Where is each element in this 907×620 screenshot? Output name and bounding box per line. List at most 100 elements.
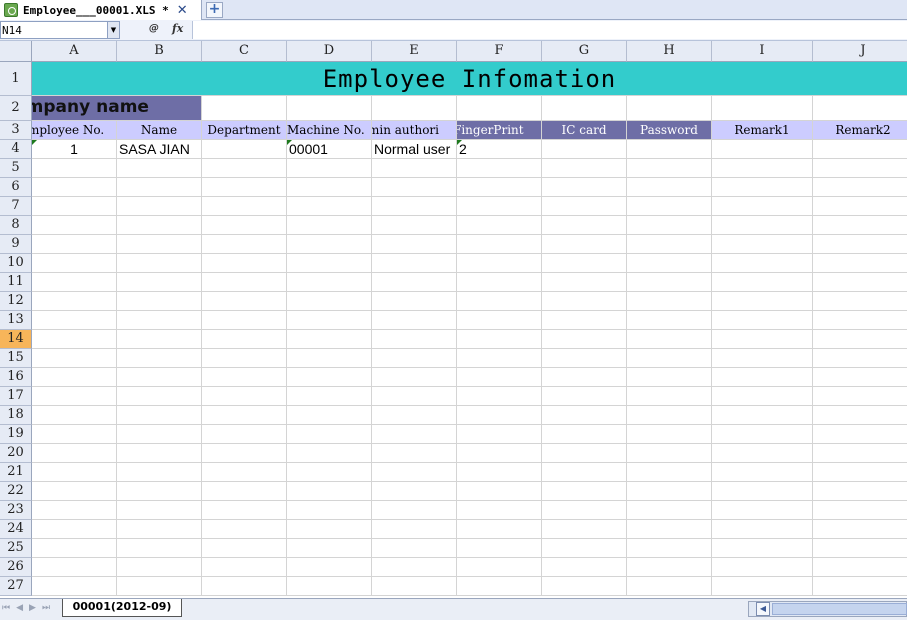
scroll-left-icon[interactable]: ◀ xyxy=(756,602,770,616)
cell[interactable] xyxy=(117,197,202,216)
cell[interactable] xyxy=(287,178,372,197)
row-header-17[interactable]: 17 xyxy=(0,387,32,406)
cell[interactable] xyxy=(627,368,712,387)
column-header-c[interactable]: C xyxy=(202,41,287,62)
cell[interactable] xyxy=(202,558,287,577)
cell[interactable] xyxy=(32,520,117,539)
row-header-7[interactable]: 7 xyxy=(0,197,32,216)
cell[interactable] xyxy=(372,197,457,216)
header-cell-d[interactable]: Machine No. xyxy=(287,121,372,140)
cell[interactable] xyxy=(117,539,202,558)
row-header-26[interactable]: 26 xyxy=(0,558,32,577)
cell[interactable] xyxy=(287,425,372,444)
cell[interactable] xyxy=(813,159,907,178)
cell[interactable] xyxy=(813,235,907,254)
cell[interactable] xyxy=(542,178,627,197)
cell[interactable] xyxy=(627,254,712,273)
cell[interactable] xyxy=(627,463,712,482)
cell[interactable] xyxy=(202,425,287,444)
cell[interactable] xyxy=(117,387,202,406)
cell[interactable] xyxy=(117,520,202,539)
cell[interactable] xyxy=(117,444,202,463)
cell[interactable] xyxy=(627,577,712,596)
cell[interactable] xyxy=(202,539,287,558)
cell[interactable] xyxy=(627,292,712,311)
header-cell-h[interactable]: Password xyxy=(627,121,712,140)
cell[interactable] xyxy=(287,463,372,482)
cell[interactable] xyxy=(287,368,372,387)
cell[interactable] xyxy=(627,501,712,520)
cell[interactable] xyxy=(372,273,457,292)
spreadsheet-grid[interactable]: A B C D E F G H I J 1 2 3 4 5 6 7 8 9 10 11 12 13 14 15 16 17 18 19 2… xyxy=(0,41,907,598)
cell[interactable] xyxy=(202,387,287,406)
cell[interactable] xyxy=(712,539,813,558)
cell[interactable] xyxy=(32,292,117,311)
cell[interactable] xyxy=(32,577,117,596)
cell[interactable] xyxy=(32,197,117,216)
cell[interactable] xyxy=(202,273,287,292)
row-header-5[interactable]: 5 xyxy=(0,159,32,178)
cell[interactable] xyxy=(457,311,542,330)
row-header-8[interactable]: 8 xyxy=(0,216,32,235)
cell[interactable] xyxy=(202,330,287,349)
cell[interactable] xyxy=(202,482,287,501)
cell[interactable] xyxy=(202,501,287,520)
cell[interactable] xyxy=(712,368,813,387)
cell[interactable] xyxy=(117,254,202,273)
cell[interactable] xyxy=(457,178,542,197)
data-cell-i4[interactable] xyxy=(712,140,813,159)
select-all-corner[interactable] xyxy=(0,41,32,62)
cell[interactable] xyxy=(202,235,287,254)
cell[interactable] xyxy=(712,520,813,539)
cell[interactable] xyxy=(372,235,457,254)
data-cell-a4[interactable]: 1 xyxy=(32,140,117,159)
cell[interactable] xyxy=(117,482,202,501)
cell[interactable] xyxy=(287,387,372,406)
cell[interactable] xyxy=(32,387,117,406)
cell[interactable] xyxy=(712,425,813,444)
data-cell-h4[interactable] xyxy=(627,140,712,159)
cell[interactable] xyxy=(287,311,372,330)
cell[interactable] xyxy=(542,311,627,330)
cell[interactable] xyxy=(457,577,542,596)
cell[interactable] xyxy=(287,216,372,235)
row-header-20[interactable]: 20 xyxy=(0,444,32,463)
cell[interactable] xyxy=(287,406,372,425)
cell[interactable] xyxy=(457,292,542,311)
cell[interactable] xyxy=(372,96,457,121)
cell[interactable] xyxy=(32,159,117,178)
cell[interactable] xyxy=(542,482,627,501)
cell[interactable] xyxy=(202,254,287,273)
cell[interactable] xyxy=(372,463,457,482)
cell[interactable] xyxy=(627,444,712,463)
column-header-j[interactable]: J xyxy=(813,41,907,62)
cell[interactable] xyxy=(813,197,907,216)
cell[interactable] xyxy=(813,96,907,121)
cell[interactable] xyxy=(627,159,712,178)
cell[interactable] xyxy=(372,406,457,425)
cell[interactable] xyxy=(457,539,542,558)
cell[interactable] xyxy=(813,273,907,292)
cell[interactable] xyxy=(32,425,117,444)
cell[interactable] xyxy=(627,273,712,292)
cell[interactable] xyxy=(712,387,813,406)
cell[interactable] xyxy=(372,387,457,406)
cell[interactable] xyxy=(117,577,202,596)
cell[interactable] xyxy=(813,330,907,349)
cell[interactable] xyxy=(287,197,372,216)
cell[interactable] xyxy=(627,539,712,558)
cell[interactable] xyxy=(712,406,813,425)
cell[interactable] xyxy=(457,254,542,273)
company-name-cell[interactable]: ompany name xyxy=(32,96,202,121)
cell[interactable] xyxy=(457,482,542,501)
row-header-11[interactable]: 11 xyxy=(0,273,32,292)
cell[interactable] xyxy=(117,178,202,197)
row-header-4[interactable]: 4 xyxy=(0,140,32,159)
row-header-2[interactable]: 2 xyxy=(0,96,32,121)
cell[interactable] xyxy=(712,558,813,577)
row-header-10[interactable]: 10 xyxy=(0,254,32,273)
cell[interactable] xyxy=(372,159,457,178)
cell[interactable] xyxy=(542,96,627,121)
cell[interactable] xyxy=(117,406,202,425)
data-cell-b4[interactable]: SASA JIAN xyxy=(117,140,202,159)
